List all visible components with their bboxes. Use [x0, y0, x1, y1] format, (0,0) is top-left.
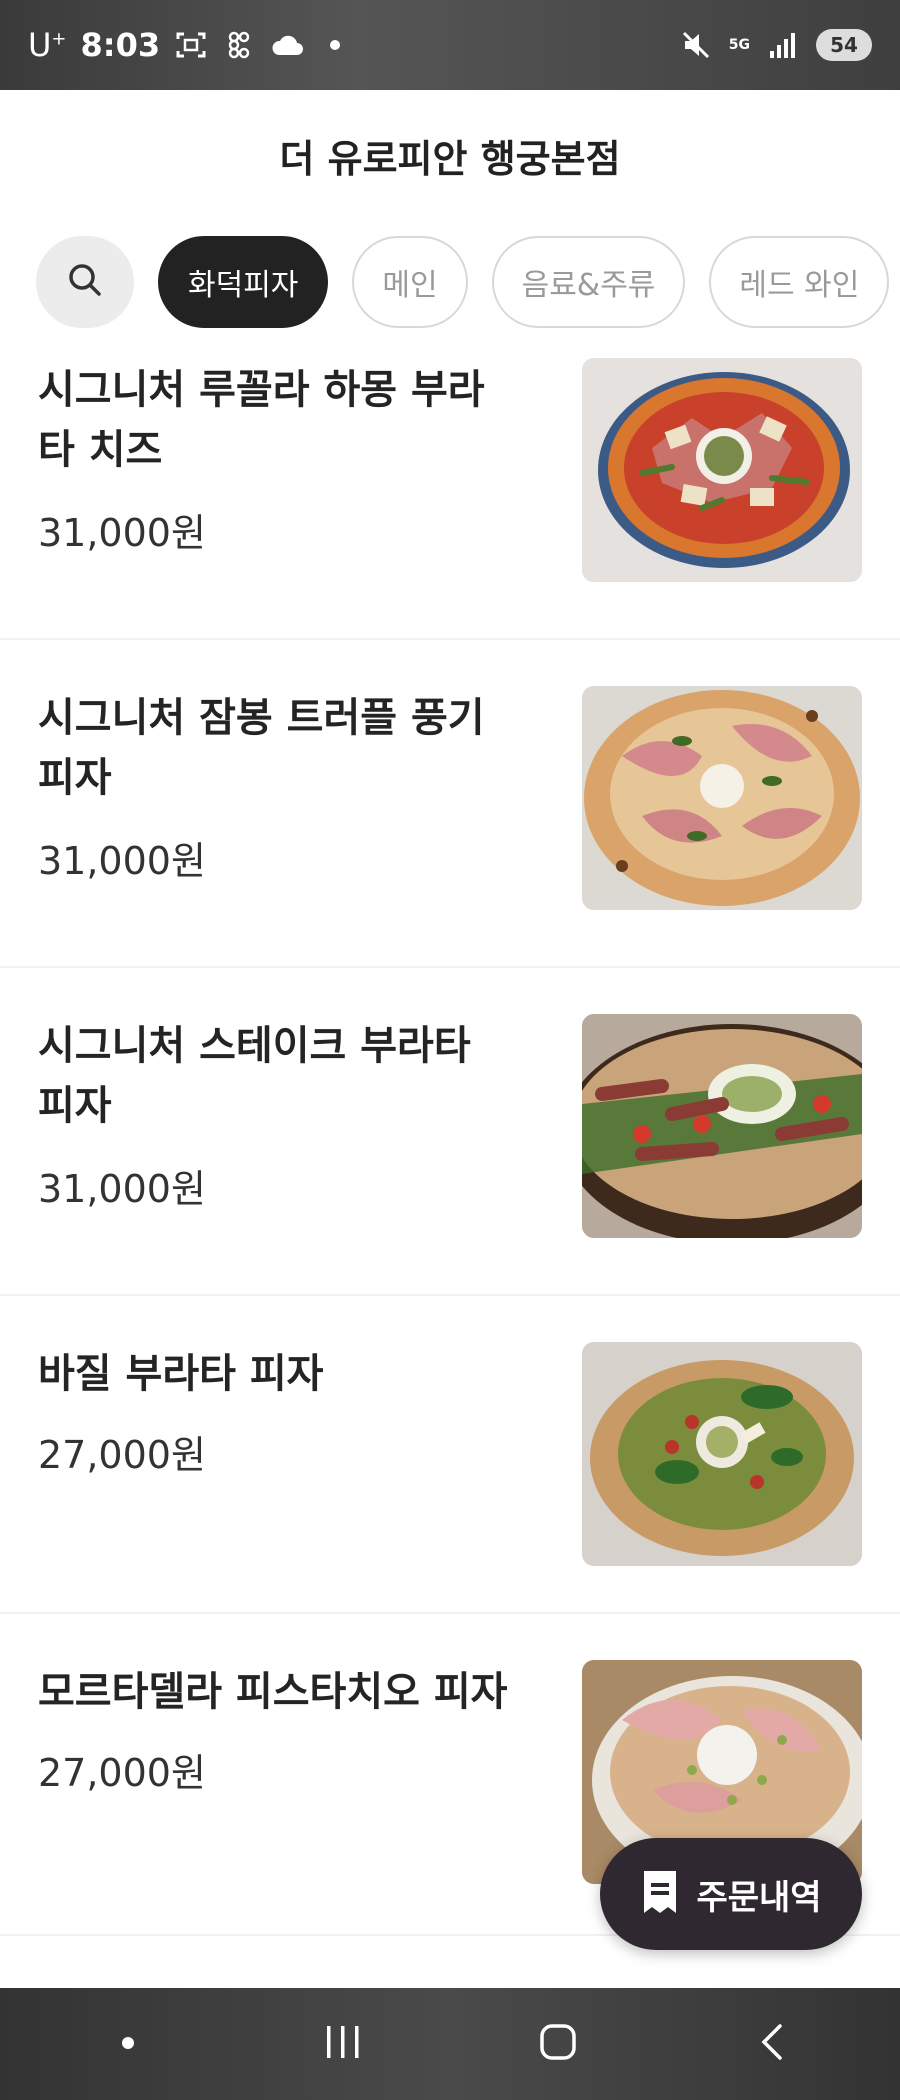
- menu-item[interactable]: 시그니처 잠봉 트러플 풍기피자 31,000원: [0, 640, 900, 968]
- mute-icon: [679, 28, 713, 62]
- menu-item-price: 31,000원: [38, 839, 206, 883]
- app-icon: [222, 28, 256, 62]
- menu-item-photo: [582, 358, 862, 582]
- back-button[interactable]: [713, 2004, 833, 2084]
- menu-list: 시그니처 루꼴라 하몽 부라타 치즈 31,000원 시그니처 잠봉 트러플 풍…: [0, 350, 900, 1936]
- tab-red-wine[interactable]: 레드 와인: [709, 236, 890, 328]
- receipt-icon: [640, 1869, 680, 1919]
- battery-icon: 54: [816, 29, 872, 61]
- screenshot-icon: [174, 28, 208, 62]
- search-button[interactable]: [36, 236, 134, 328]
- menu-item-photo: [582, 1342, 862, 1566]
- dot-icon: [121, 2035, 135, 2054]
- recent-apps-button[interactable]: [283, 2004, 403, 2084]
- menu-item-photo: [582, 1014, 862, 1238]
- tab-main[interactable]: 메인: [352, 236, 468, 328]
- network-type: 5G: [728, 37, 750, 53]
- tab-drinks-alcohol[interactable]: 음료&주류: [491, 236, 686, 328]
- status-time: 8:03: [80, 26, 161, 64]
- dot-icon: [318, 28, 352, 62]
- cloud-icon: [270, 28, 304, 62]
- tab-wood-fired-pizza[interactable]: 화덕피자: [158, 236, 329, 328]
- status-bar: U+ 8:03 5G 54: [0, 0, 900, 90]
- system-nav-bar: [0, 1988, 900, 2100]
- menu-item-price: 31,000원: [38, 511, 206, 555]
- order-history-button[interactable]: 주문내역: [600, 1838, 862, 1950]
- menu-item[interactable]: 바질 부라타 피자 27,000원: [0, 1296, 900, 1614]
- category-tabs: 화덕피자 메인 음료&주류 레드 와인: [36, 236, 900, 330]
- menu-item[interactable]: 시그니처 스테이크 부라타 피자 31,000원: [0, 968, 900, 1296]
- menu-item-price: 27,000원: [38, 1751, 206, 1795]
- header: 더 유로피안 행궁본점: [0, 90, 900, 220]
- menu-item-name: 시그니처 잠봉 트러플 풍기피자: [38, 695, 485, 801]
- menu-item-name: 시그니처 루꼴라 하몽 부라타 치즈: [38, 367, 485, 473]
- menu-item[interactable]: 시그니처 루꼴라 하몽 부라타 치즈 31,000원: [0, 350, 900, 640]
- menu-item-price: 31,000원: [38, 1167, 206, 1211]
- carrier-label: U+: [28, 26, 67, 64]
- nav-dot-button[interactable]: [68, 2004, 188, 2084]
- signal-icon: [766, 28, 800, 62]
- menu-item-price: 27,000원: [38, 1433, 206, 1477]
- back-icon: [758, 2022, 788, 2066]
- menu-item-name: 시그니처 스테이크 부라타 피자: [38, 1023, 471, 1129]
- page-title: 더 유로피안 행궁본점: [279, 136, 621, 181]
- menu-item-photo: [582, 686, 862, 910]
- recent-apps-icon: [323, 2024, 363, 2064]
- search-icon: [65, 260, 105, 304]
- order-history-label: 주문내역: [696, 1877, 822, 1918]
- menu-item-name: 모르타델라 피스타치오 피자: [38, 1669, 508, 1715]
- home-button[interactable]: [498, 2004, 618, 2084]
- menu-item-name: 바질 부라타 피자: [38, 1351, 324, 1397]
- home-icon: [538, 2022, 578, 2066]
